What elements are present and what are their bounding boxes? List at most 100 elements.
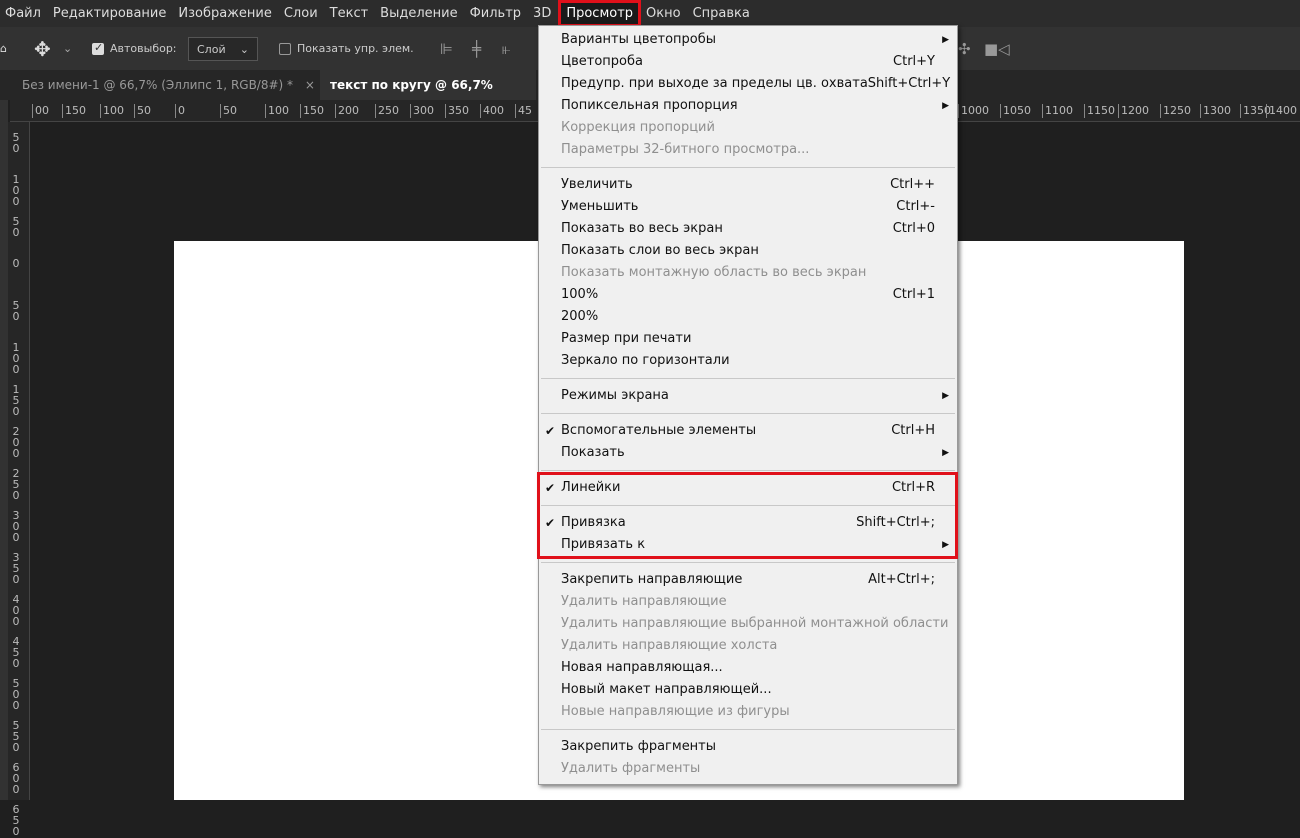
menu-item[interactable]: 200%: [539, 306, 957, 328]
menu-separator: [539, 464, 957, 477]
menu-item[interactable]: Новая направляющая...: [539, 657, 957, 679]
ruler-tick-label: 500: [12, 677, 20, 712]
ruler-tick-label: 300: [12, 509, 20, 544]
menu-item: Удалить направляющие холста: [539, 635, 957, 657]
menu-item-shortcut: Ctrl+-: [896, 199, 935, 214]
close-icon[interactable]: ×: [305, 78, 315, 92]
menu-item[interactable]: Размер при печати: [539, 328, 957, 350]
menu-item[interactable]: Показать во весь экран Ctrl+0: [539, 218, 957, 240]
menu-item[interactable]: Новый макет направляющей...: [539, 679, 957, 701]
menu-item-shortcut: Ctrl+Y: [893, 54, 935, 69]
ruler-tick-label: 50: [134, 104, 151, 118]
menu-item-shortcut: Ctrl+0: [892, 221, 935, 236]
home-icon[interactable]: ⌂: [0, 27, 10, 70]
menu-item-label: Вспомогательные элементы: [561, 423, 757, 438]
menu-item-label: Показать слои во весь экран: [561, 243, 759, 258]
menu-item-label: Новая направляющая...: [561, 660, 723, 675]
menu-item[interactable]: Режимы экрана ▶: [539, 385, 957, 407]
3d-pan-icon[interactable]: ✣: [958, 27, 971, 70]
submenu-arrow-icon: ▶: [942, 391, 949, 401]
tab-text-circle[interactable]: текст по кругу @ 66,7% (RGB/8#): [320, 70, 536, 122]
menu-item-label: Показать монтажную область во весь экран: [561, 265, 867, 280]
tools-panel-edge: [0, 100, 8, 800]
show-controls-label: Показать упр. элем.: [297, 42, 414, 55]
menu-item[interactable]: Закрепить фрагменты: [539, 736, 957, 758]
menu-item[interactable]: ✔ Линейки Ctrl+R: [539, 477, 957, 499]
menu-item-label: Уменьшить: [561, 199, 639, 214]
menu-item[interactable]: 100% Ctrl+1: [539, 284, 957, 306]
menu-8[interactable]: Просмотр: [558, 0, 642, 27]
ruler-tick-label: 300: [410, 104, 434, 118]
ruler-tick-label: 50: [12, 299, 20, 323]
menu-6[interactable]: Фильтр: [465, 0, 528, 27]
ruler-tick-label: 50: [12, 131, 20, 155]
ruler-tick-label: 0: [12, 257, 20, 270]
menu-item[interactable]: Уменьшить Ctrl+-: [539, 196, 957, 218]
menu-item[interactable]: Варианты цветопробы ▶: [539, 29, 957, 51]
menu-item[interactable]: Попиксельная пропорция ▶: [539, 95, 957, 117]
menu-item[interactable]: Цветопроба Ctrl+Y: [539, 51, 957, 73]
menu-item-label: Режимы экрана: [561, 388, 669, 403]
menu-9[interactable]: Окно: [641, 0, 688, 27]
menu-item[interactable]: ✔ Привязка Shift+Ctrl+;: [539, 512, 957, 534]
menu-item-shortcut: Ctrl+R: [891, 480, 935, 495]
menu-item[interactable]: Привязать к ▶: [539, 534, 957, 556]
menu-item-label: Размер при печати: [561, 331, 692, 346]
show-controls-checkbox[interactable]: Показать упр. элем.: [279, 27, 414, 70]
submenu-arrow-icon: ▶: [942, 101, 949, 111]
ruler-tick-label: 1000: [958, 104, 989, 118]
menu-separator: [539, 499, 957, 512]
menu-0[interactable]: Файл: [0, 0, 48, 27]
menu-item: Коррекция пропорций: [539, 117, 957, 139]
submenu-arrow-icon: ▶: [942, 448, 949, 458]
menu-1[interactable]: Редактирование: [48, 0, 173, 27]
menu-item-label: Привязка: [561, 515, 626, 530]
menu-item-label: Линейки: [561, 480, 621, 495]
menu-item-shortcut: Alt+Ctrl+;: [868, 572, 935, 587]
ruler-tick-label: 0: [175, 104, 185, 118]
menu-4[interactable]: Текст: [325, 0, 376, 27]
menu-item[interactable]: Увеличить Ctrl++: [539, 174, 957, 196]
vertical-ruler[interactable]: 50 100 50 0 50 100 150 200 250 300 350 400 450 500 550…: [8, 122, 30, 837]
menu-7[interactable]: 3D: [528, 0, 558, 27]
menu-2[interactable]: Изображение: [173, 0, 278, 27]
tab-untitled-1[interactable]: Без имени-1 @ 66,7% (Эллипс 1, RGB/8#) *…: [12, 70, 325, 100]
menu-item-shortcut: Shift+Ctrl+Y: [867, 76, 951, 91]
ruler-tick-label: 200: [12, 425, 20, 460]
menu-item-shortcut: Ctrl++: [890, 177, 935, 192]
menu-item[interactable]: Предупр. при выходе за пределы цв. охват…: [539, 73, 957, 95]
menu-item-label: Новый макет направляющей...: [561, 682, 772, 697]
align-right-icon[interactable]: ⫦: [502, 27, 510, 70]
menu-3[interactable]: Слои: [279, 0, 325, 27]
menu-item-label: 200%: [561, 309, 599, 324]
menu-item[interactable]: ✔ Вспомогательные элементы Ctrl+H: [539, 420, 957, 442]
menu-item: Удалить направляющие: [539, 591, 957, 613]
ruler-tick-label: 550: [12, 719, 20, 754]
menu-item[interactable]: Закрепить направляющие Alt+Ctrl+;: [539, 569, 957, 591]
menu-item[interactable]: Показать слои во весь экран: [539, 240, 957, 262]
menu-item-label: Закрепить направляющие: [561, 572, 743, 587]
ruler-tick-label: 00: [32, 104, 49, 118]
checkbox-icon: [92, 41, 104, 55]
menu-item-label: Привязать к: [561, 537, 646, 552]
chevron-down-icon[interactable]: ⌄: [63, 27, 72, 70]
menu-separator: [539, 723, 957, 736]
ruler-tick-label: 250: [375, 104, 399, 118]
menu-item-label: Удалить направляющие холста: [561, 638, 778, 653]
layer-select[interactable]: Слой ⌄: [188, 37, 258, 61]
ruler-tick-label: 1100: [1042, 104, 1073, 118]
menu-5[interactable]: Выделение: [375, 0, 464, 27]
align-left-icon[interactable]: ⊫: [440, 27, 453, 70]
align-center-icon[interactable]: ╪: [472, 27, 481, 70]
ruler-tick-label: 1150: [1084, 104, 1115, 118]
menu-item[interactable]: Зеркало по горизонтали: [539, 350, 957, 372]
ruler-tick-label: 45: [515, 104, 532, 118]
menu-item[interactable]: Показать ▶: [539, 442, 957, 464]
autoselect-checkbox[interactable]: Автовыбор:: [92, 27, 177, 70]
move-tool-icon[interactable]: ✥: [34, 27, 51, 70]
menu-item: Новые направляющие из фигуры: [539, 701, 957, 723]
menu-10[interactable]: Справка: [688, 0, 757, 27]
ruler-tick-label: 250: [12, 467, 20, 502]
ruler-tick-label: 1400: [1266, 104, 1297, 118]
video-camera-icon[interactable]: ■◁: [984, 27, 1010, 70]
